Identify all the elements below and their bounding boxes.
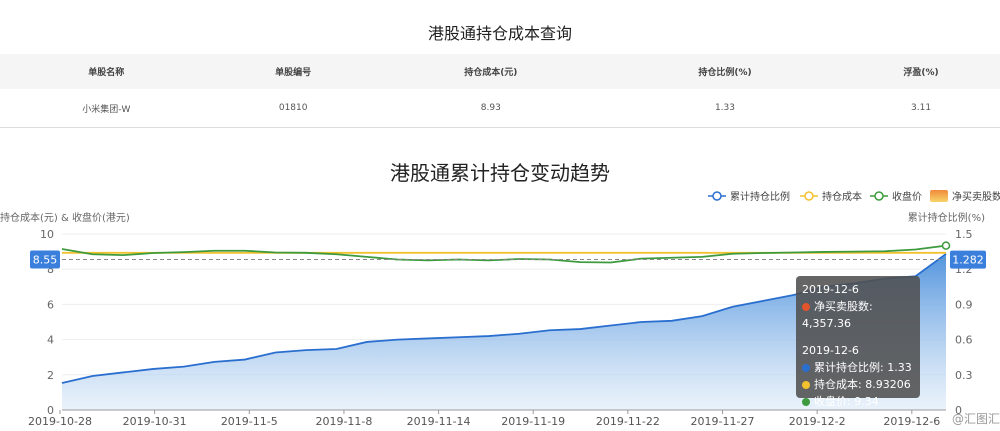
y-left-tick-label: 6	[47, 298, 54, 311]
x-tick-label: 2019-11-14	[407, 415, 471, 428]
legend-label: 累计持仓比例	[730, 190, 790, 203]
y-left-tick-label: 4	[47, 334, 54, 347]
y-right-tick-label: 0.6	[955, 334, 973, 347]
dashed-value-label: 8.55	[33, 254, 58, 267]
y-right-axis-label: 累计持仓比例(%)	[908, 211, 985, 224]
legend-label: 收盘价	[892, 190, 922, 203]
x-tick-label: 2019-11-5	[221, 415, 278, 428]
y-left-axis-label: 持仓成本(元) & 收盘价(港元)	[0, 211, 130, 224]
tooltip-date-2: 2019-12-6	[802, 344, 859, 357]
legend-marker-icon	[874, 191, 884, 201]
tooltip-net-label: 净买卖股数: 4,357.36	[802, 300, 873, 330]
end-value-label: 1.282	[952, 254, 984, 267]
x-tick-label: 2019-12-6	[883, 415, 940, 428]
legend-marker-icon	[712, 191, 722, 201]
tooltip-ratio-row: 累计持仓比例: 1.33	[802, 359, 914, 376]
tooltip-cost-row: 持仓成本: 8.93206	[802, 376, 914, 393]
legend-label: 净买卖股数	[952, 190, 1000, 203]
y-right-tick-label: 0.9	[955, 298, 973, 311]
y-right-tick-label: 1.5	[955, 228, 973, 241]
x-tick-label: 2019-11-27	[691, 415, 755, 428]
x-tick-label: 2019-11-22	[596, 415, 660, 428]
tooltip-close-row: 收盘价: 9.34	[802, 393, 914, 410]
chart-tooltip: 2019-12-6 净买卖股数: 4,357.36 2019-12-6 累计持仓…	[796, 276, 920, 408]
tooltip-ratio-label: 累计持仓比例: 1.33	[814, 361, 912, 374]
legend-bar-icon	[930, 190, 948, 202]
x-tick-label: 2019-12-2	[789, 415, 846, 428]
close-dot-icon	[802, 398, 810, 406]
x-tick-label: 2019-10-31	[123, 415, 187, 428]
x-tick-label: 2019-11-8	[315, 415, 372, 428]
x-tick-label: 2019-11-19	[501, 415, 565, 428]
cost-dot-icon	[802, 381, 810, 389]
y-left-tick-label: 10	[40, 228, 54, 241]
tooltip-cost-label: 持仓成本: 8.93206	[814, 378, 911, 391]
legend-marker-icon	[804, 191, 814, 201]
x-tick-label: 2019-10-28	[28, 415, 92, 428]
watermark: @汇图汇	[952, 412, 1000, 426]
ratio-dot-icon	[802, 364, 810, 372]
endpoint-marker	[941, 241, 951, 250]
y-left-tick-label: 2	[47, 369, 54, 382]
tooltip-net-row: 净买卖股数: 4,357.36	[802, 298, 914, 332]
tooltip-close-label: 收盘价: 9.34	[814, 395, 879, 408]
tooltip-date-1: 2019-12-6	[802, 283, 859, 296]
legend-label: 持仓成本	[822, 190, 862, 203]
y-right-tick-label: 0.3	[955, 369, 973, 382]
net-dot-icon	[802, 303, 810, 311]
